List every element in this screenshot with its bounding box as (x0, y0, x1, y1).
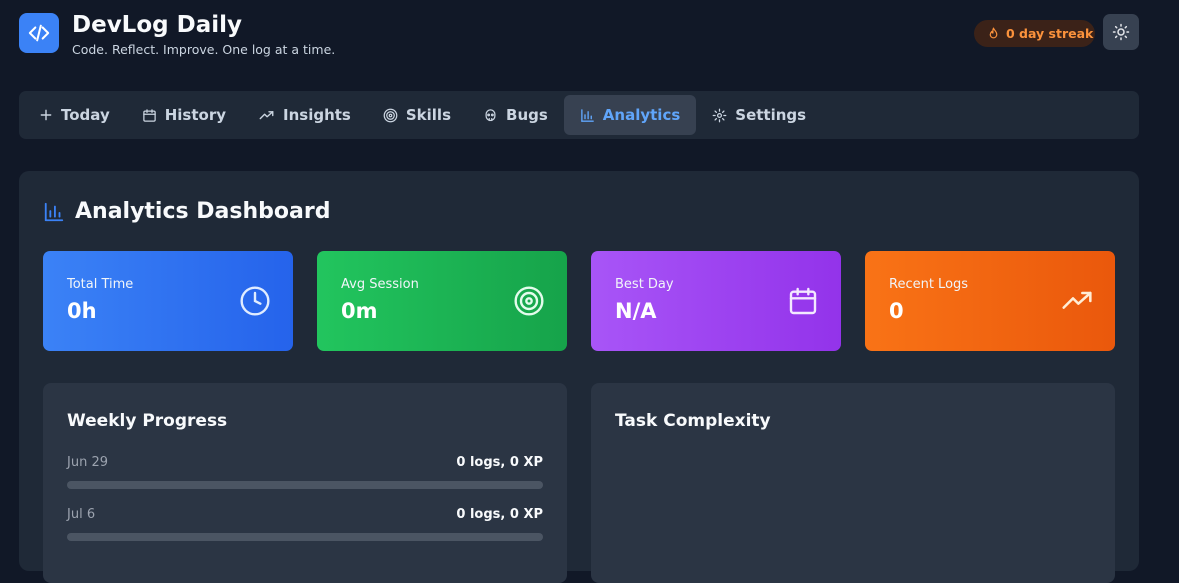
stat-value: 0m (341, 299, 378, 323)
week-progress-bar (67, 533, 543, 541)
stat-label: Total Time (67, 277, 134, 292)
week-stats: 0 logs, 0 XP (456, 507, 543, 522)
week-date: Jun 29 (67, 455, 108, 470)
clock-icon (240, 286, 270, 316)
tab-label: History (164, 106, 227, 124)
flame-icon (989, 27, 998, 39)
weekly-progress-card: Weekly Progress Jun 29 0 logs, 0 XP Jul … (43, 383, 567, 583)
calendar-icon (789, 287, 817, 315)
tab-label: Analytics (602, 106, 681, 124)
stat-card-avg-session: Avg Session 0m (317, 251, 567, 351)
bar-chart-icon (580, 108, 594, 122)
tab-history[interactable]: History (126, 95, 242, 135)
tab-label: Today (61, 106, 110, 124)
target-icon (383, 108, 398, 122)
stat-label: Recent Logs (889, 277, 969, 292)
stat-card-total-time: Total Time 0h (43, 251, 293, 351)
tab-label: Insights (283, 106, 351, 124)
task-complexity-card: Task Complexity (591, 383, 1115, 583)
app-title: DevLog Daily (72, 12, 242, 38)
streak-badge: 0 day streak (974, 20, 1095, 47)
app-tagline: Code. Reflect. Improve. One log at a tim… (72, 42, 336, 57)
trending-icon (259, 110, 274, 119)
trending-up-icon (1062, 291, 1092, 309)
app-header: DevLog Daily Code. Reflect. Improve. One… (19, 12, 1139, 60)
tab-bugs[interactable]: Bugs (467, 95, 564, 135)
tab-label: Skills (405, 106, 452, 124)
tab-label: Bugs (506, 106, 548, 124)
dashboard-heading: Analytics Dashboard (43, 199, 330, 224)
dashboard-title: Analytics Dashboard (75, 199, 331, 224)
stat-label: Avg Session (341, 277, 419, 292)
tab-label: Settings (735, 106, 807, 124)
stat-card-recent-logs: Recent Logs 0 (865, 251, 1115, 351)
main-nav: Today History Insights Skills Bugs Analy… (19, 91, 1139, 139)
stat-value: 0 (889, 299, 904, 323)
gear-icon (712, 108, 727, 122)
calendar-icon (142, 108, 156, 122)
plus-icon (40, 109, 52, 121)
card-title: Weekly Progress (67, 411, 228, 431)
stat-value: N/A (615, 299, 657, 323)
stat-card-best-day: Best Day N/A (591, 251, 841, 351)
sun-icon (1112, 23, 1130, 41)
theme-toggle-button[interactable] (1103, 14, 1139, 50)
code-icon[interactable] (19, 13, 59, 53)
tab-today[interactable]: Today (23, 95, 126, 135)
card-title: Task Complexity (615, 411, 771, 431)
week-stats: 0 logs, 0 XP (456, 455, 543, 470)
stat-value: 0h (67, 299, 97, 323)
stat-label: Best Day (615, 277, 674, 292)
analytics-panel: Analytics Dashboard Total Time 0h Avg Se… (19, 171, 1139, 583)
target-icon (514, 286, 544, 316)
tab-insights[interactable]: Insights (242, 95, 367, 135)
week-progress-bar (67, 481, 543, 489)
tab-settings[interactable]: Settings (696, 95, 822, 135)
streak-label: 0 day streak (1006, 26, 1094, 41)
tab-skills[interactable]: Skills (367, 95, 467, 135)
tab-analytics[interactable]: Analytics (563, 95, 697, 135)
bug-icon (485, 108, 496, 121)
bar-chart-icon (44, 202, 64, 221)
week-date: Jul 6 (67, 507, 96, 522)
